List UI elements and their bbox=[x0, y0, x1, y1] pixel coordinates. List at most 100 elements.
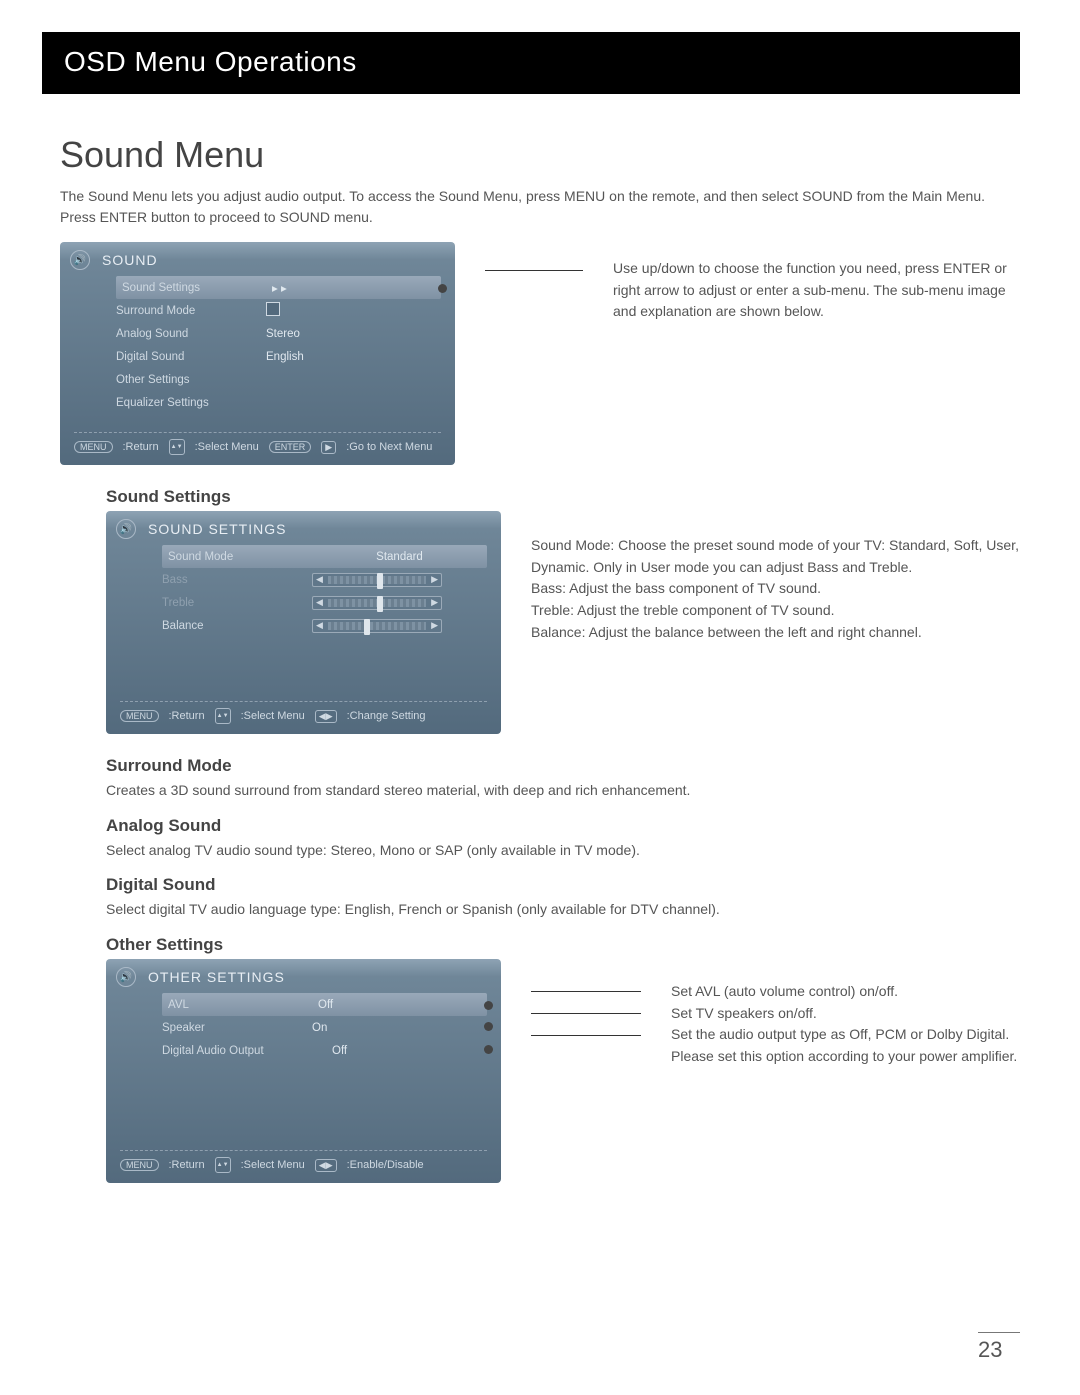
footer-select: :Select Menu bbox=[241, 1159, 305, 1171]
menu-button-icon: MENU bbox=[74, 441, 113, 453]
osd-item-label: Speaker bbox=[162, 1022, 312, 1034]
osd-item-other-settings[interactable]: Other Settings bbox=[116, 368, 441, 391]
speaker-icon: 🔊 bbox=[70, 250, 90, 270]
footer-return: :Return bbox=[169, 710, 205, 722]
updown-icon: ▲▼ bbox=[215, 708, 231, 724]
desc-line: Treble: Adjust the treble component of T… bbox=[531, 600, 1020, 622]
osd-item-digital-sound[interactable]: Digital Sound English bbox=[116, 345, 441, 368]
leftright-icon: ◀▶ bbox=[315, 1159, 337, 1172]
osd-title: SOUND SETTINGS bbox=[148, 521, 487, 537]
osd-item-sound-settings[interactable]: Sound Settings ▸ ▸ bbox=[116, 276, 441, 299]
other-settings-row: 🔊 OTHER SETTINGS AVL Off Speaker On Digi… bbox=[106, 959, 1020, 1183]
osd-footer: MENU :Return ▲▼ :Select Menu ENTER ▶ :Go… bbox=[74, 432, 441, 455]
footer-select: :Select Menu bbox=[195, 441, 259, 453]
osd-item-value: ▸ ▸ bbox=[272, 281, 435, 295]
desc-line: Balance: Adjust the balance between the … bbox=[531, 622, 1020, 644]
slider-icon: ◀▶ bbox=[312, 573, 487, 587]
footer-return: :Return bbox=[123, 441, 159, 453]
page-header: OSD Menu Operations bbox=[42, 32, 1020, 94]
surround-desc: Creates a 3D sound surround from standar… bbox=[106, 780, 1020, 802]
desc-line: Sound Mode: Choose the preset sound mode… bbox=[531, 535, 1020, 578]
leftright-icon: ◀▶ bbox=[315, 710, 337, 723]
osd-item-speaker[interactable]: Speaker On bbox=[162, 1016, 487, 1039]
osd-item-sound-mode[interactable]: Sound Mode Standard bbox=[162, 545, 487, 568]
other-settings-panel: 🔊 OTHER SETTINGS AVL Off Speaker On Digi… bbox=[106, 959, 501, 1183]
osd-item-equalizer-settings[interactable]: Equalizer Settings bbox=[116, 391, 441, 414]
osd-item-label: Other Settings bbox=[116, 374, 266, 386]
sound-menu-row: 🔊 SOUND Sound Settings ▸ ▸ Surround Mode… bbox=[60, 242, 1020, 465]
osd-item-value: Off bbox=[318, 999, 481, 1011]
footer-change: :Change Setting bbox=[347, 710, 426, 722]
footer-goto: :Go to Next Menu bbox=[346, 441, 432, 453]
osd-list: AVL Off Speaker On Digital Audio Output … bbox=[162, 993, 487, 1132]
osd-item-value: Off bbox=[332, 1045, 487, 1057]
footer-enable: :Enable/Disable bbox=[347, 1159, 424, 1171]
slider-icon: ◀▶ bbox=[312, 619, 487, 633]
checkbox-icon bbox=[266, 302, 441, 319]
callout-dot-icon bbox=[484, 1022, 493, 1031]
osd-item-label: AVL bbox=[168, 999, 318, 1011]
desc-line: Bass: Adjust the bass component of TV so… bbox=[531, 578, 1020, 600]
sound-settings-row: 🔊 SOUND SETTINGS Sound Mode Standard Bas… bbox=[106, 511, 1020, 734]
callout-dao: Set the audio output type as Off, PCM or… bbox=[671, 1024, 1020, 1067]
osd-item-label: Digital Audio Output bbox=[162, 1045, 332, 1057]
osd-item-avl[interactable]: AVL Off bbox=[162, 993, 487, 1016]
osd-title: OTHER SETTINGS bbox=[148, 969, 487, 985]
osd-item-value: Stereo bbox=[266, 328, 441, 340]
osd-title: SOUND bbox=[102, 252, 441, 268]
other-settings-desc: Set AVL (auto volume control) on/off. Se… bbox=[671, 981, 1020, 1068]
osd-item-analog-sound[interactable]: Analog Sound Stereo bbox=[116, 322, 441, 345]
osd-item-bass: Bass ◀▶ bbox=[162, 568, 487, 591]
osd-item-value: On bbox=[312, 1022, 487, 1034]
callout-avl: Set AVL (auto volume control) on/off. bbox=[671, 981, 1020, 1003]
analog-desc: Select analog TV audio sound type: Stere… bbox=[106, 840, 1020, 862]
osd-item-label: Sound Settings bbox=[122, 282, 272, 294]
callout-dot-icon bbox=[484, 1001, 493, 1010]
osd-list: Sound Mode Standard Bass ◀▶ Treble ◀▶ Ba… bbox=[162, 545, 487, 683]
footer-return: :Return bbox=[169, 1159, 205, 1171]
osd-item-label: Sound Mode bbox=[168, 551, 318, 563]
sound-settings-heading: Sound Settings bbox=[106, 487, 1020, 507]
osd-list: Sound Settings ▸ ▸ Surround Mode Analog … bbox=[116, 276, 441, 414]
osd-item-surround-mode[interactable]: Surround Mode bbox=[116, 299, 441, 322]
sound-settings-desc: Sound Mode: Choose the preset sound mode… bbox=[531, 535, 1020, 643]
surround-heading: Surround Mode bbox=[106, 756, 1020, 776]
osd-item-digital-audio-output[interactable]: Digital Audio Output Off bbox=[162, 1039, 487, 1062]
updown-icon: ▲▼ bbox=[215, 1157, 231, 1173]
osd-item-treble: Treble ◀▶ bbox=[162, 591, 487, 614]
osd-footer: MENU :Return ▲▼ :Select Menu ◀▶ :Change … bbox=[120, 701, 487, 724]
osd-item-label: Surround Mode bbox=[116, 305, 266, 317]
analog-heading: Analog Sound bbox=[106, 816, 1020, 836]
sound-menu-desc: Use up/down to choose the function you n… bbox=[613, 258, 1020, 323]
osd-item-label: Digital Sound bbox=[116, 351, 266, 363]
speaker-icon: 🔊 bbox=[116, 967, 136, 987]
digital-desc: Select digital TV audio language type: E… bbox=[106, 899, 1020, 921]
sound-menu-panel: 🔊 SOUND Sound Settings ▸ ▸ Surround Mode… bbox=[60, 242, 455, 465]
callout-dot-icon bbox=[438, 284, 447, 293]
updown-icon: ▲▼ bbox=[169, 439, 185, 455]
intro-text: The Sound Menu lets you adjust audio out… bbox=[60, 186, 1020, 228]
callout-speaker: Set TV speakers on/off. bbox=[671, 1003, 1020, 1025]
menu-button-icon: MENU bbox=[120, 1159, 159, 1171]
osd-item-value: English bbox=[266, 351, 441, 363]
osd-item-label: Analog Sound bbox=[116, 328, 266, 340]
slider-icon: ◀▶ bbox=[312, 596, 487, 610]
sound-settings-panel: 🔊 SOUND SETTINGS Sound Mode Standard Bas… bbox=[106, 511, 501, 734]
osd-item-label: Balance bbox=[162, 620, 312, 632]
other-heading: Other Settings bbox=[106, 935, 1020, 955]
footer-select: :Select Menu bbox=[241, 710, 305, 722]
right-icon: ▶ bbox=[321, 441, 336, 454]
page-title: Sound Menu bbox=[60, 134, 1020, 176]
header-title: OSD Menu Operations bbox=[64, 46, 998, 78]
menu-button-icon: MENU bbox=[120, 710, 159, 722]
osd-item-label: Equalizer Settings bbox=[116, 397, 266, 409]
callout-dot-icon bbox=[484, 1045, 493, 1054]
enter-button-icon: ENTER bbox=[269, 441, 312, 453]
osd-footer: MENU :Return ▲▼ :Select Menu ◀▶ :Enable/… bbox=[120, 1150, 487, 1173]
digital-heading: Digital Sound bbox=[106, 875, 1020, 895]
osd-item-value: Standard bbox=[318, 551, 481, 563]
page-number: 23 bbox=[978, 1332, 1020, 1363]
osd-item-balance[interactable]: Balance ◀▶ bbox=[162, 614, 487, 637]
osd-item-label: Bass bbox=[162, 574, 312, 586]
osd-item-label: Treble bbox=[162, 597, 312, 609]
